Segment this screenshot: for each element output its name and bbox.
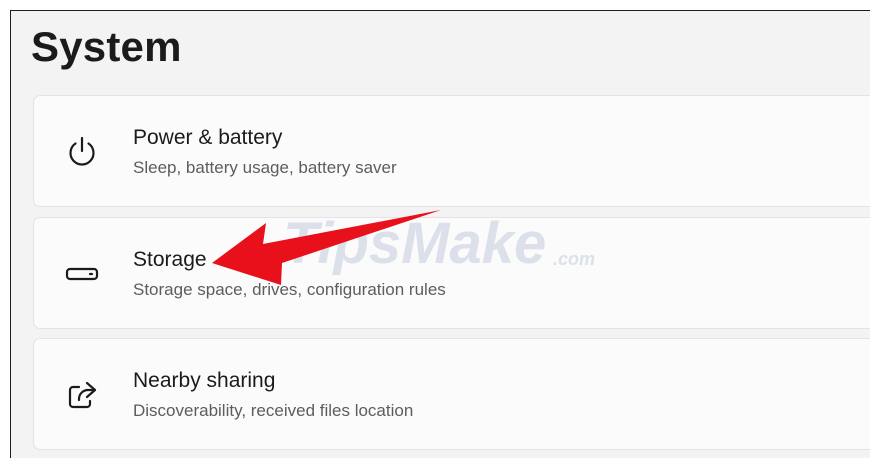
settings-item-nearby-sharing[interactable]: Nearby sharing Discoverability, received… — [33, 338, 870, 450]
settings-item-description: Storage space, drives, configuration rul… — [133, 280, 446, 299]
share-icon — [64, 377, 100, 413]
settings-item-title: Storage — [133, 248, 207, 271]
settings-window: System Power & battery Sleep, battery us… — [10, 10, 870, 458]
settings-item-description: Discoverability, received files location — [133, 401, 414, 420]
settings-item-storage[interactable]: Storage Storage space, drives, configura… — [33, 217, 870, 329]
settings-item-title: Nearby sharing — [133, 369, 276, 392]
settings-item-title: Power & battery — [133, 126, 283, 149]
page-title: System — [31, 23, 182, 70]
power-icon — [64, 134, 100, 170]
settings-item-description: Sleep, battery usage, battery saver — [133, 158, 397, 177]
storage-drive-icon — [64, 256, 100, 292]
settings-item-power-battery[interactable]: Power & battery Sleep, battery usage, ba… — [33, 95, 870, 207]
